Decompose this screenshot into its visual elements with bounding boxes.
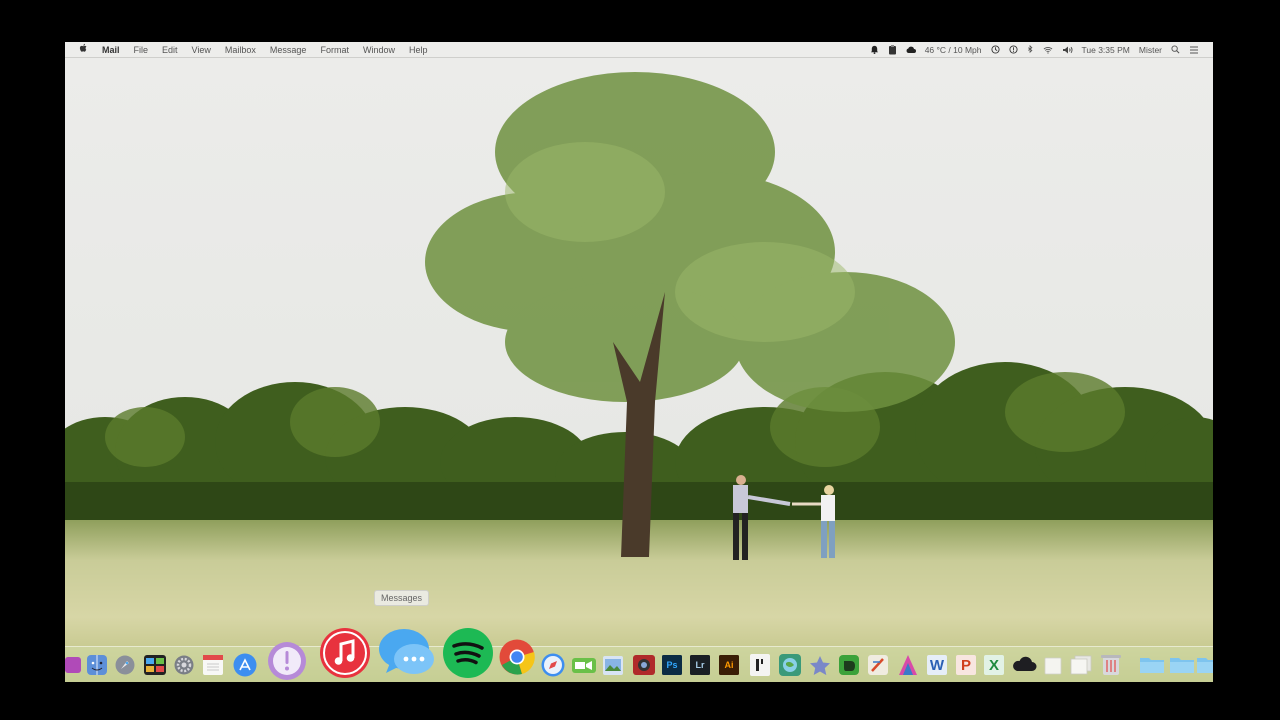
photoshop-icon[interactable]: Ps [662, 655, 682, 675]
menu-bar: Mail File Edit View Mailbox Message Form… [65, 42, 1213, 58]
photoshop-label: Ps [666, 660, 678, 670]
excel-label: X [988, 656, 999, 674]
menu-window[interactable]: Window [363, 45, 395, 55]
mission-control-icon[interactable] [144, 655, 166, 675]
system-preferences-gear-icon[interactable] [174, 655, 194, 675]
text-editor-icon[interactable] [749, 653, 771, 677]
calendar-icon[interactable] [203, 655, 223, 675]
apple-menu-icon[interactable] [78, 43, 88, 56]
maps-globe-icon[interactable] [778, 653, 802, 677]
facetime-icon[interactable] [572, 655, 596, 675]
dock-tooltip: Messages [374, 590, 430, 606]
menu-message[interactable]: Message [270, 45, 307, 55]
volume-icon[interactable] [1062, 46, 1073, 54]
reminders-alert-icon[interactable] [267, 641, 307, 681]
safari-compass-icon[interactable] [541, 653, 565, 677]
wifi-icon[interactable] [1043, 46, 1053, 54]
menu-edit[interactable]: Edit [162, 45, 178, 55]
graph-tool-icon[interactable] [897, 653, 919, 677]
weather-readout[interactable]: 46 °C / 10 Mph [925, 45, 982, 55]
menu-file[interactable]: File [134, 45, 149, 55]
lightroom-label: Lr [695, 660, 705, 670]
alert-info-icon[interactable] [1008, 45, 1018, 54]
dock-app-chrome[interactable] [499, 639, 535, 675]
illustrator-label: Ai [724, 660, 734, 670]
menu-clock[interactable]: Tue 3:35 PM [1082, 45, 1130, 55]
evernote-elephant-icon[interactable] [838, 654, 860, 676]
sketch-drawing-icon[interactable] [867, 654, 889, 676]
notification-bell-icon[interactable] [870, 45, 879, 54]
menu-user[interactable]: Mister [1139, 45, 1162, 55]
cloud-sync-icon[interactable] [906, 45, 916, 54]
illustrator-icon[interactable]: Ai [719, 655, 739, 675]
desktop-screen: Mail File Edit View Mailbox Message Form… [65, 42, 1213, 682]
powerpoint-icon[interactable]: P [955, 654, 977, 676]
launchpad-rocket-icon[interactable] [115, 655, 135, 675]
applications-folder-icon[interactable] [1197, 656, 1213, 674]
time-machine-icon[interactable] [990, 45, 1000, 54]
spotlight-search-icon[interactable] [1171, 45, 1180, 54]
dock-app-partial-icon[interactable] [65, 655, 81, 675]
document-icon[interactable] [1044, 657, 1062, 675]
desktop-wallpaper [65, 42, 1213, 682]
documents-stack-icon[interactable] [1070, 655, 1092, 675]
folder-icon[interactable] [1139, 656, 1165, 674]
downloads-folder-icon[interactable] [1169, 656, 1195, 674]
notification-center-icon[interactable] [1189, 46, 1199, 54]
finder-icon[interactable] [87, 655, 107, 675]
menu-view[interactable]: View [192, 45, 211, 55]
word-icon[interactable]: W [926, 654, 948, 676]
dock-app-messages[interactable] [378, 625, 436, 681]
cloud-app-icon[interactable] [1011, 654, 1037, 674]
preview-photos-icon[interactable] [602, 653, 624, 677]
bluetooth-icon[interactable] [1027, 45, 1034, 54]
menu-mailbox[interactable]: Mailbox [225, 45, 256, 55]
powerpoint-label: P [960, 656, 971, 674]
lightroom-icon[interactable]: Lr [690, 655, 710, 675]
star-app-icon[interactable] [809, 655, 831, 675]
excel-icon[interactable]: X [983, 654, 1005, 676]
dock-app-spotify[interactable] [442, 627, 494, 679]
app-store-icon[interactable] [233, 653, 257, 677]
word-label: W [929, 656, 945, 674]
photo-booth-icon[interactable] [632, 653, 656, 677]
dock: Ps Lr Ai W P X [65, 628, 1213, 682]
dock-app-itunes[interactable] [319, 627, 371, 679]
menu-format[interactable]: Format [320, 45, 349, 55]
clipboard-icon[interactable] [888, 44, 897, 55]
menu-help[interactable]: Help [409, 45, 428, 55]
trash-icon[interactable] [1100, 652, 1122, 676]
menu-app-name[interactable]: Mail [102, 45, 120, 55]
